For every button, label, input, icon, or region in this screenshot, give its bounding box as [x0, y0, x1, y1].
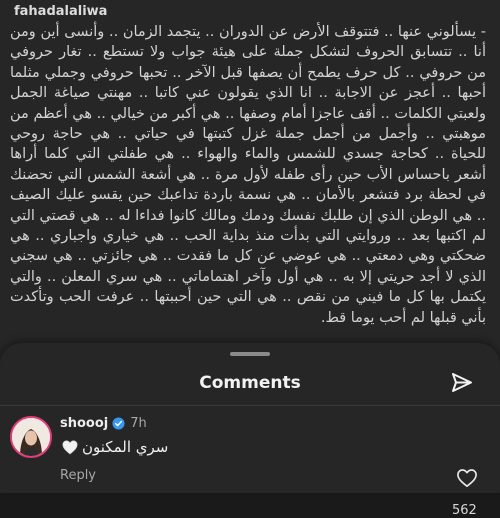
- comment-body: سري المكنون: [62, 438, 168, 456]
- avatar[interactable]: [10, 416, 52, 458]
- comment-header: shoooj 7h: [60, 416, 147, 431]
- comments-sheet: Comments shoooj 7h سري المكنون Reply 562: [0, 343, 500, 518]
- comments-title: Comments: [199, 373, 301, 393]
- post-username[interactable]: fahadalaliwa: [14, 4, 107, 19]
- post-caption: - يسألوني عنها .. فتتوقف الأرض عن الدورا…: [10, 24, 486, 326]
- paper-plane-icon[interactable]: [450, 371, 474, 395]
- avatar-image: [12, 418, 50, 456]
- divider: [0, 405, 500, 406]
- heart-outline-icon[interactable]: [456, 468, 478, 488]
- comment-time: 7h: [130, 416, 147, 431]
- white-heart-icon: [62, 439, 78, 454]
- drag-handle[interactable]: [230, 352, 270, 356]
- comment-text: سري المكنون: [82, 438, 169, 456]
- verified-badge-icon: [112, 417, 125, 430]
- post-caption-area: fahadalaliwa - يسألوني عنها .. فتتوقف ال…: [0, 0, 500, 400]
- comment-username[interactable]: shoooj: [60, 416, 108, 431]
- reply-button[interactable]: Reply: [60, 468, 96, 483]
- like-count: 562: [452, 503, 477, 518]
